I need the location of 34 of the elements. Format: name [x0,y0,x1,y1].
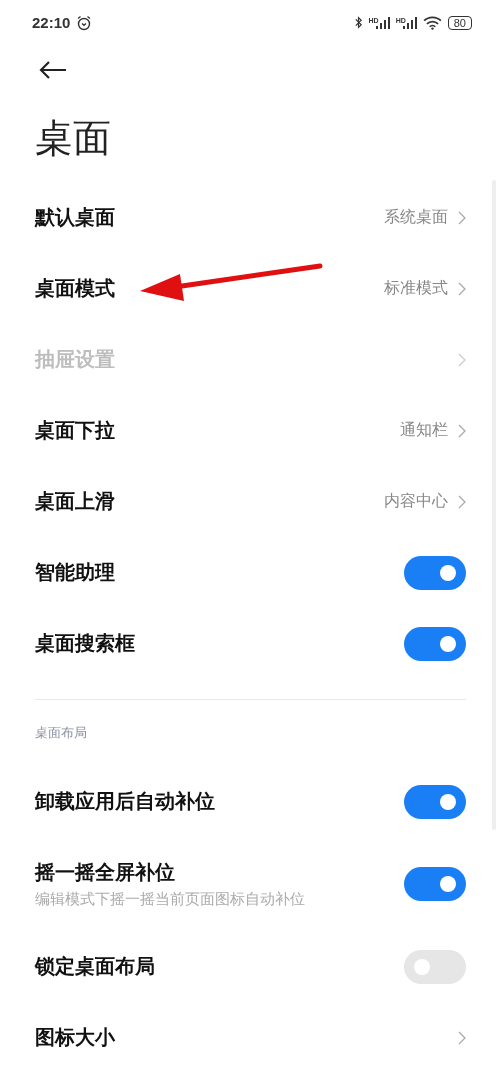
chevron-right-icon[interactable] [458,494,466,509]
setting-label[interactable]: 卸载应用后自动补位 [35,788,215,815]
setting-value: 系统桌面 [384,207,448,228]
chevron-right-icon[interactable] [458,210,466,225]
bluetooth-icon [353,15,363,30]
setting-label[interactable]: 桌面搜索框 [35,630,135,657]
back-arrow-icon[interactable] [39,60,67,80]
setting-label[interactable]: 锁定桌面布局 [35,953,155,980]
setting-value: 通知栏 [400,420,448,441]
setting-label[interactable]: 图标大小 [35,1024,115,1051]
chevron-right-icon[interactable] [458,281,466,296]
toggle-switch[interactable] [404,784,466,819]
toggle-switch[interactable] [404,867,466,901]
section-header: 桌面布局 [35,724,87,742]
chevron-right-icon[interactable] [458,352,466,367]
alarm-clock-icon [76,14,93,31]
battery-indicator: 80 [447,15,472,30]
setting-description: 编辑模式下摇一摇当前页面图标自动补位 [35,890,305,909]
wifi-icon [422,15,442,30]
setting-label[interactable]: 桌面模式 [35,275,115,302]
setting-label[interactable]: 桌面上滑 [35,488,115,515]
toggle-switch[interactable] [404,626,466,661]
page-title: 桌面 [35,115,111,162]
setting-value: 标准模式 [384,278,448,299]
toggle-switch[interactable] [404,555,466,590]
setting-label[interactable]: 智能助理 [35,559,115,586]
setting-value: 内容中心 [384,491,448,512]
setting-label[interactable]: 桌面下拉 [35,417,115,444]
status-time: 22:10 [32,14,71,31]
chevron-right-icon[interactable] [458,1030,466,1045]
setting-label[interactable]: 摇一摇全屏补位 [35,859,175,886]
setting-label[interactable]: 默认桌面 [35,204,115,231]
toggle-switch[interactable] [404,949,466,984]
chevron-right-icon[interactable] [458,423,466,438]
